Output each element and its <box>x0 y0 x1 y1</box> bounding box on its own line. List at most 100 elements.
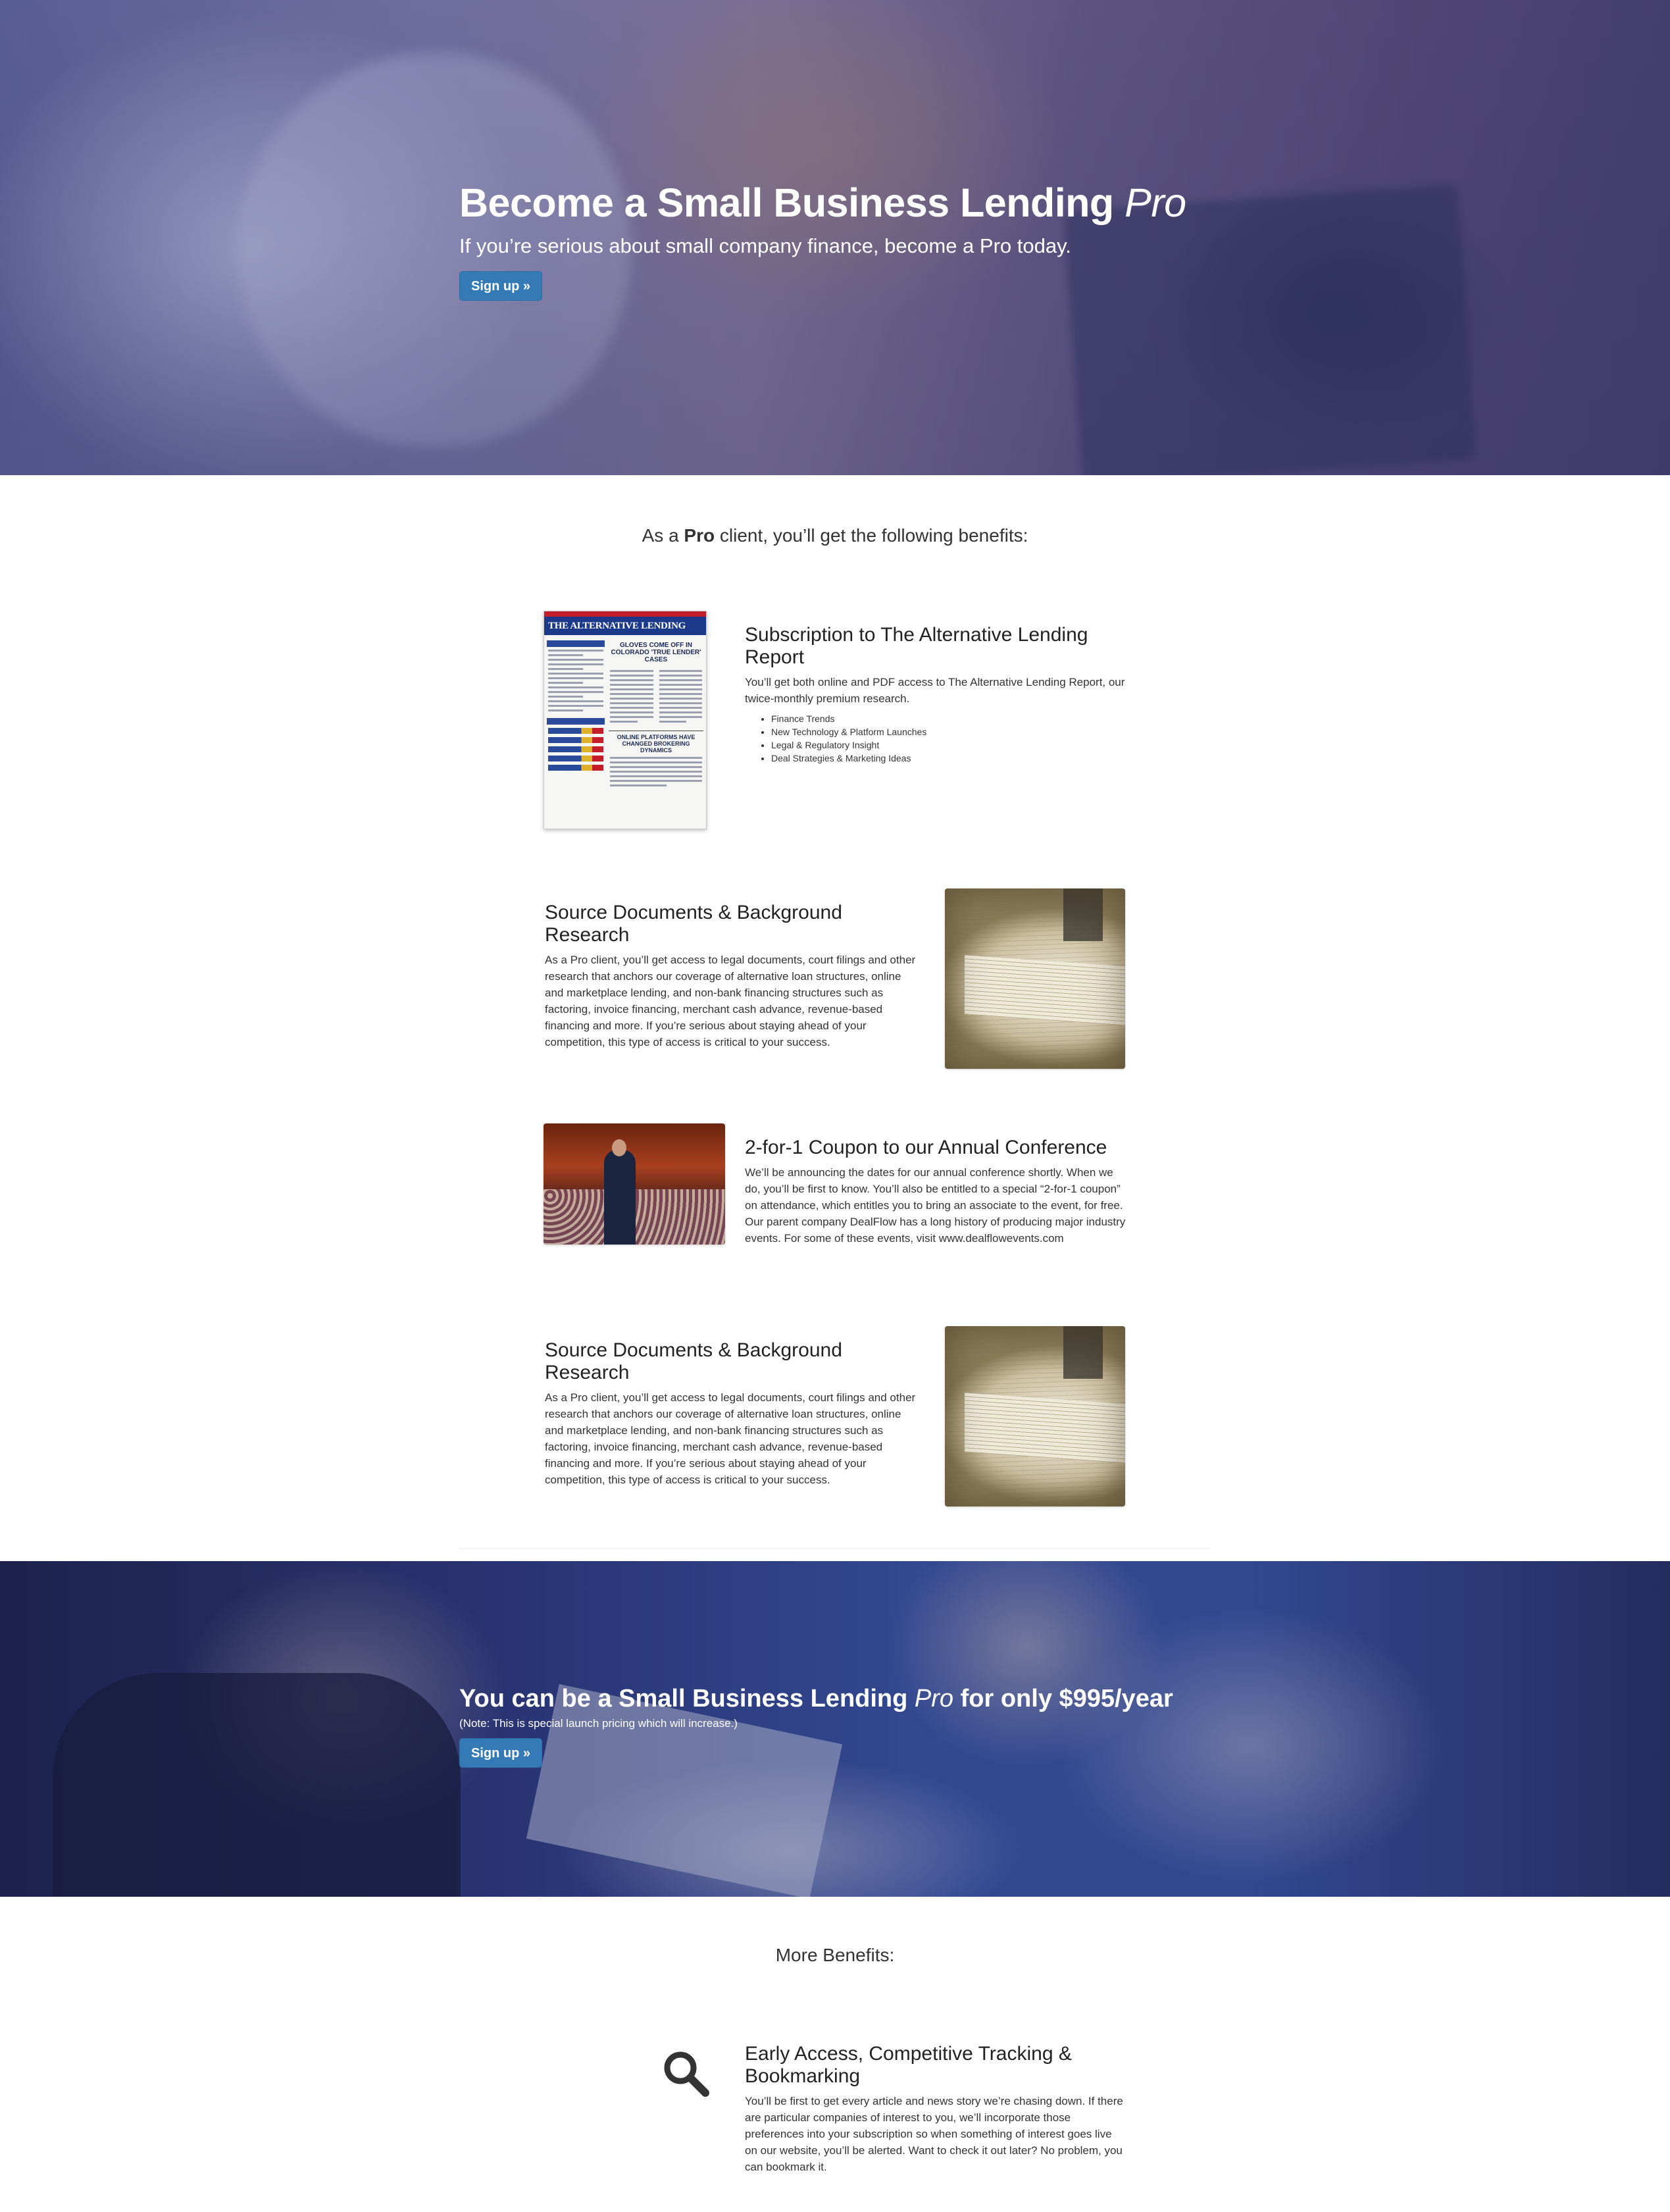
report-line <box>548 709 583 711</box>
report-line <box>548 650 603 652</box>
benefit-conference-coupon: 2-for-1 Coupon to our Annual Conference … <box>745 1137 1126 1247</box>
report-line <box>610 670 653 672</box>
photo-speaker-head <box>612 1139 626 1156</box>
report-line <box>659 698 702 700</box>
photo-vignette <box>945 1326 1125 1506</box>
report-line <box>659 670 702 672</box>
benefit-subscription: Subscription to The Alternative Lending … <box>745 624 1126 765</box>
report-line <box>610 693 653 695</box>
report-line <box>548 696 583 698</box>
report-line <box>659 679 702 681</box>
cta-title: You can be a Small Business Lending Pro … <box>459 1683 1173 1714</box>
benefit-title: Source Documents & Background Research <box>545 1339 842 1383</box>
report-line <box>610 688 653 690</box>
section-divider <box>459 1548 1211 1549</box>
report-line <box>610 716 653 718</box>
report-line <box>548 659 603 661</box>
cta-content: You can be a Small Business Lending Pro … <box>459 1683 1173 1768</box>
report-line <box>610 684 653 686</box>
report-top-bar <box>544 611 706 617</box>
report-line <box>659 711 702 713</box>
report-chart-bar <box>548 728 603 734</box>
report-chart-bar <box>548 765 603 771</box>
report-chart-bar <box>548 746 603 752</box>
report-line <box>610 761 702 763</box>
report-line <box>610 721 638 723</box>
report-line <box>548 682 583 684</box>
benefit-bullet-list: Finance Trends New Technology & Platform… <box>771 712 1126 765</box>
report-line <box>548 686 603 688</box>
report-line <box>610 771 702 773</box>
conference-photo <box>544 1123 725 1245</box>
photo-vignette <box>945 888 1125 1069</box>
documents-photo <box>945 888 1125 1069</box>
report-line <box>548 677 603 679</box>
cta-background-person <box>53 1673 461 1897</box>
report-chart-bar <box>548 756 603 761</box>
report-chart-header <box>547 718 605 725</box>
benefit-text: We’ll be announcing the dates for our an… <box>745 1166 1126 1245</box>
benefit-title: Early Access, Competitive Tracking & Boo… <box>745 2043 1072 2087</box>
report-line <box>659 707 702 709</box>
benefits-intro: As a Pro client, you’ll get the followin… <box>0 525 1670 546</box>
photo-speaker <box>604 1150 636 1245</box>
report-line <box>659 702 702 704</box>
benefit-text: You’ll be first to get every article and… <box>745 2095 1123 2173</box>
hero-subtitle: If you’re serious about small company fi… <box>459 234 1071 257</box>
benefit-text: As a Pro client, you’ll get access to le… <box>545 954 916 1048</box>
cta-title-pro: Pro <box>914 1685 954 1712</box>
report-line <box>610 757 702 759</box>
benefit-title: 2-for-1 Coupon to our Annual Conference <box>745 1137 1107 1158</box>
report-sidebar <box>547 640 605 825</box>
report-line <box>610 679 653 681</box>
report-line <box>610 784 667 786</box>
report-line <box>548 663 603 665</box>
report-chart-bar <box>548 737 603 743</box>
cta-pricing-note: (Note: This is special launch pricing wh… <box>459 1717 738 1730</box>
hero-content: Become a Small Business Lending Pro If y… <box>459 176 1186 301</box>
report-line <box>659 684 702 686</box>
hero-title-pro: Pro <box>1125 180 1186 225</box>
report-line <box>659 675 702 677</box>
report-line <box>659 688 702 690</box>
documents-photo <box>945 1326 1125 1506</box>
benefit-early-access: Early Access, Competitive Tracking & Boo… <box>745 2043 1126 2175</box>
hero-banner: Become a Small Business Lending Pro If y… <box>0 0 1670 475</box>
pricing-cta-banner: You can be a Small Business Lending Pro … <box>0 1561 1670 1897</box>
report-main-column: GLOVES COME OFF IN COLORADO 'TRUE LENDER… <box>609 640 703 825</box>
report-line <box>610 775 702 777</box>
bullet-item: New Technology & Platform Launches <box>771 725 1126 738</box>
report-line <box>610 702 653 704</box>
cta-signup-button[interactable]: Sign up » <box>459 1738 542 1768</box>
report-line <box>548 654 583 656</box>
hero-title-text: Become a Small Business Lending <box>459 180 1114 225</box>
bullet-item: Legal & Regulatory Insight <box>771 738 1126 752</box>
report-line <box>548 668 583 670</box>
report-line <box>610 780 702 782</box>
more-benefits-heading: More Benefits: <box>775 1945 895 1965</box>
report-toc-header <box>547 640 605 647</box>
benefits-intro-pre: As a <box>642 525 679 546</box>
report-line <box>548 700 603 702</box>
bullet-item: Finance Trends <box>771 712 1126 725</box>
report-column <box>658 667 704 725</box>
bullet-item: Deal Strategies & Marketing Ideas <box>771 752 1126 765</box>
benefit-source-documents-2: Source Documents & Background Research A… <box>545 1339 921 1488</box>
benefit-text: You’ll get both online and PDF access to… <box>745 676 1125 705</box>
benefits-intro-pro: Pro <box>684 525 715 546</box>
report-text-columns <box>609 667 703 725</box>
report-line <box>610 766 702 768</box>
hero-signup-button[interactable]: Sign up » <box>459 271 542 301</box>
report-line <box>610 675 653 677</box>
benefit-title: Subscription to The Alternative Lending … <box>745 624 1088 668</box>
benefit-text: As a Pro client, you’ll get access to le… <box>545 1391 916 1486</box>
benefits-intro-post: client, you’ll get the following benefit… <box>719 525 1028 546</box>
benefit-title: Source Documents & Background Research <box>545 902 842 946</box>
report-line <box>610 711 653 713</box>
report-line <box>548 691 603 693</box>
report-headline-2: ONLINE PLATFORMS HAVE CHANGED BROKERING … <box>609 731 703 754</box>
report-line <box>548 673 603 675</box>
alternative-lending-report-image: THE ALTERNATIVE LENDING REPORT GLOVES CO… <box>544 611 707 829</box>
cta-title-pre: You can be a Small Business Lending <box>459 1685 908 1712</box>
report-line <box>610 707 653 709</box>
